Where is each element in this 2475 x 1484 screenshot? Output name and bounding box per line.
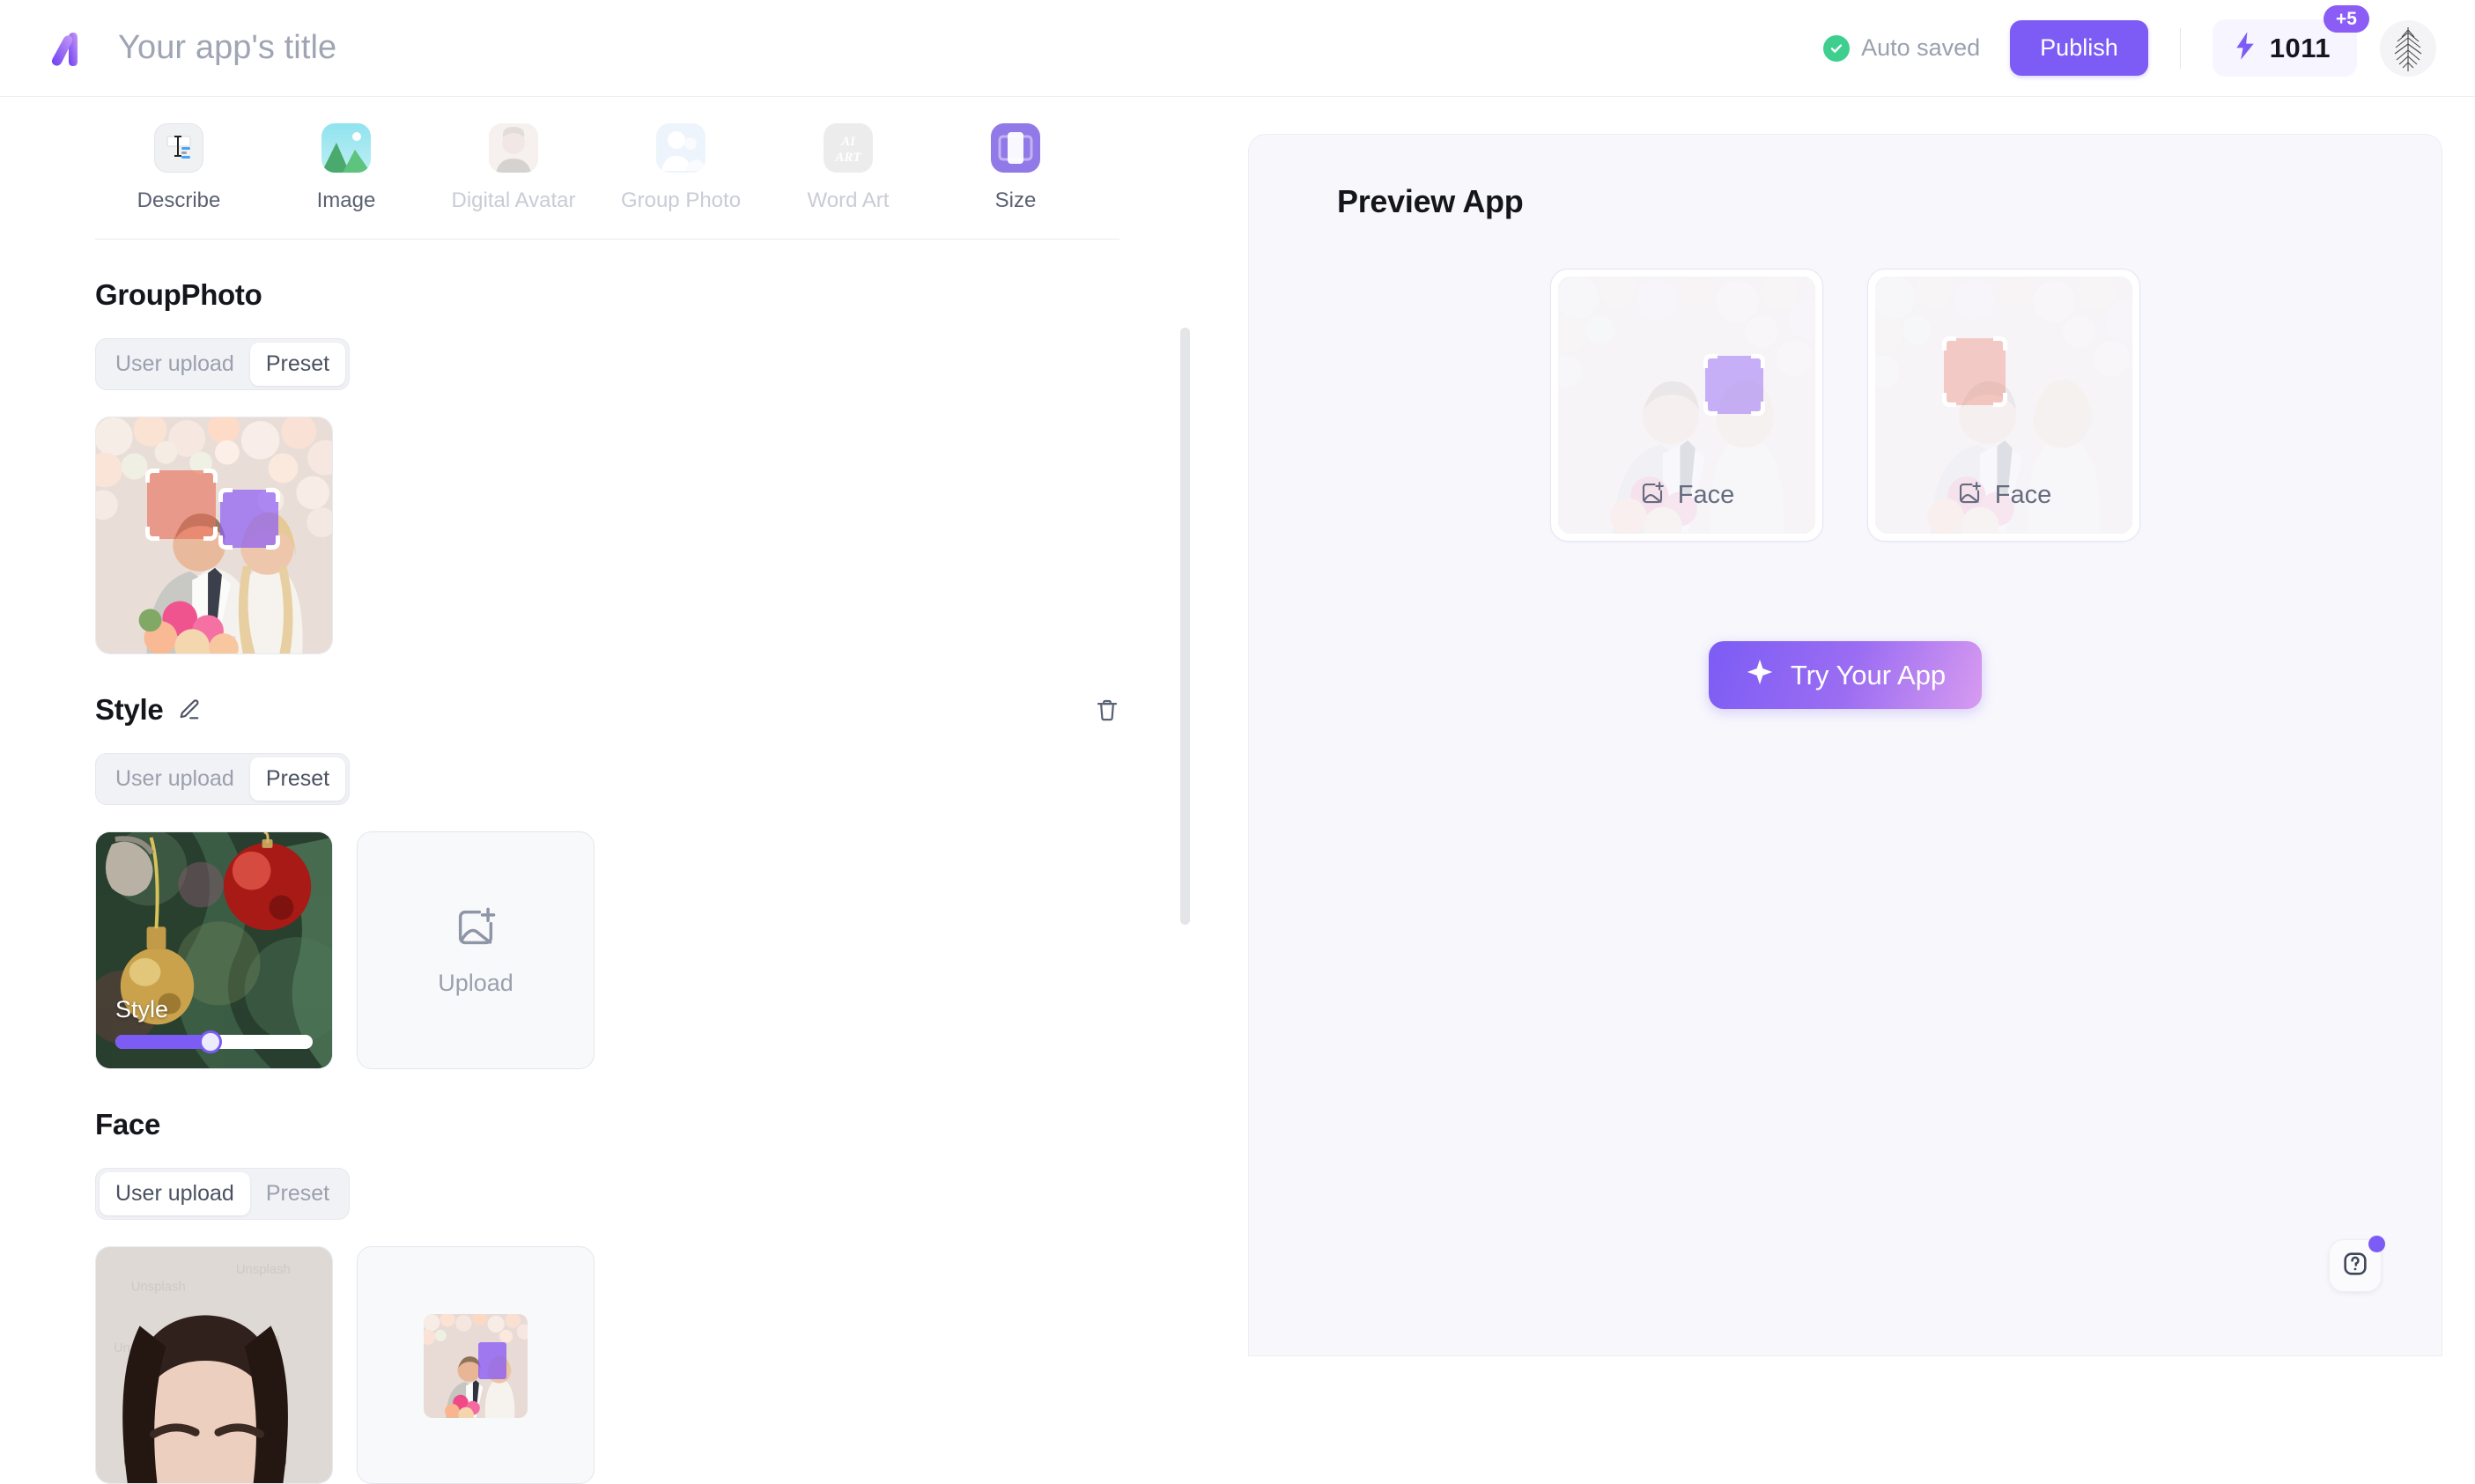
segment-user-upload[interactable]: User upload [100, 1172, 250, 1215]
image-plus-icon [1956, 480, 1983, 511]
face-source-card[interactable] [357, 1246, 595, 1484]
publish-button[interactable]: Publish [2010, 20, 2148, 76]
help-notification-dot [2368, 1236, 2385, 1252]
editor-panel: Describe Image Digital Avatar Group Phot… [0, 97, 1233, 1484]
svg-text:AI: AI [840, 135, 856, 149]
tab-label: Describe [137, 188, 221, 212]
style-thumbnail[interactable]: Style [95, 831, 333, 1069]
app-logo-icon[interactable] [46, 24, 95, 73]
credits-bonus-badge: +5 [2324, 5, 2369, 33]
credits-chip[interactable]: 1011 +5 [2212, 5, 2369, 77]
segment-preset[interactable]: Preset [249, 343, 346, 386]
lightning-bolt-icon [2232, 31, 2258, 65]
preview-card-face-2[interactable]: Face [1867, 269, 2140, 542]
trash-icon[interactable] [1094, 697, 1120, 723]
preview-card-face-1[interactable]: Face [1550, 269, 1823, 542]
tab-digital-avatar[interactable]: Digital Avatar [430, 123, 597, 213]
section-title: Face [95, 1108, 161, 1141]
face-highlight-bride [478, 1342, 506, 1379]
preview-card-list: Face Face [1249, 269, 2442, 542]
section-face: Face User upload Preset Unsplash Unsplas… [0, 1108, 1233, 1484]
source-toggle-style[interactable]: User upload Preset [95, 753, 351, 805]
face-highlight-bride [218, 488, 280, 550]
section-title: Style [95, 693, 164, 726]
tab-label: Word Art [807, 188, 890, 212]
upload-label: Upload [438, 969, 513, 996]
slider-knob[interactable] [198, 1030, 222, 1053]
svg-text:Unsplash: Unsplash [131, 1281, 186, 1295]
tab-group-photo[interactable]: Group Photo [597, 123, 765, 213]
style-upload-card[interactable]: Upload [357, 831, 595, 1069]
tab-word-art[interactable]: AI ART Word Art [765, 123, 932, 213]
person-portrait-icon [489, 123, 538, 173]
tab-label: Image [316, 188, 376, 212]
tab-label: Size [994, 188, 1037, 212]
tab-size[interactable]: Size [932, 123, 1099, 213]
question-mark-icon [2340, 1249, 2370, 1283]
header-actions: Auto saved Publish 1011 +5 [1823, 5, 2436, 77]
svg-text:ART: ART [834, 151, 861, 165]
app-title[interactable]: Your app's title [118, 29, 336, 67]
preview-panel: Preview App Face Face Try Your App [1248, 134, 2442, 1356]
face-highlight-groom [1942, 336, 2007, 407]
image-plus-icon [1639, 480, 1666, 511]
autosave-status: Auto saved [1823, 34, 1980, 62]
tab-image[interactable]: Image [262, 123, 430, 213]
help-button[interactable] [2329, 1236, 2385, 1292]
segment-user-upload[interactable]: User upload [100, 343, 250, 386]
credits-value: 1011 [2269, 32, 2331, 63]
image-plus-icon [453, 904, 499, 955]
segment-user-upload[interactable]: User upload [100, 757, 250, 801]
segment-preset[interactable]: Preset [250, 1172, 345, 1215]
preview-card-caption: Face [1677, 481, 1735, 509]
face-portrait-thumbnail[interactable]: Unsplash Unsplash Unsplash Unsp [95, 1246, 333, 1484]
text-cursor-icon [154, 123, 203, 173]
header-divider [2179, 27, 2181, 69]
source-toggle-group-photo[interactable]: User upload Preset [95, 338, 351, 390]
preview-card-caption: Face [1994, 481, 2052, 509]
segment-preset[interactable]: Preset [249, 757, 346, 801]
tabs-divider [95, 239, 1119, 240]
tab-label: Group Photo [620, 188, 742, 212]
group-photo-thumbnail[interactable] [95, 417, 333, 654]
section-group-photo: GroupPhoto User upload Preset [0, 278, 1233, 654]
ai-art-icon: AI ART [824, 123, 873, 173]
style-strength-slider[interactable] [115, 1030, 313, 1053]
try-your-app-button[interactable]: Try Your App [1709, 641, 1982, 709]
mountain-photo-icon [321, 123, 371, 173]
try-your-app-label: Try Your App [1790, 659, 1947, 690]
section-style: Style User upload Preset Style Upload [0, 693, 1233, 1069]
section-title: GroupPhoto [95, 278, 262, 311]
svg-text:Unsplash: Unsplash [236, 1263, 291, 1277]
tab-describe[interactable]: Describe [95, 123, 262, 213]
editor-scrollbar[interactable] [1180, 328, 1190, 925]
avatar[interactable] [2380, 19, 2436, 77]
tab-label: Digital Avatar [451, 188, 576, 212]
style-thumb-label: Style [115, 996, 169, 1023]
app-header: Your app's title Auto saved Publish 1011… [0, 0, 2475, 97]
sparkle-icon [1745, 657, 1775, 694]
style-strength-control[interactable]: Style [96, 996, 332, 1068]
people-group-icon [656, 123, 706, 173]
face-highlight-groom [145, 469, 218, 541]
autosave-label: Auto saved [1861, 34, 1981, 61]
feature-tabs: Describe Image Digital Avatar Group Phot… [0, 97, 1233, 213]
check-circle-icon [1823, 34, 1851, 62]
pencil-edit-icon[interactable] [177, 698, 202, 722]
frame-size-icon [991, 123, 1040, 173]
face-highlight-bride [1703, 354, 1765, 416]
preview-title: Preview App [1337, 183, 1524, 219]
source-toggle-face[interactable]: User upload Preset [95, 1168, 351, 1220]
